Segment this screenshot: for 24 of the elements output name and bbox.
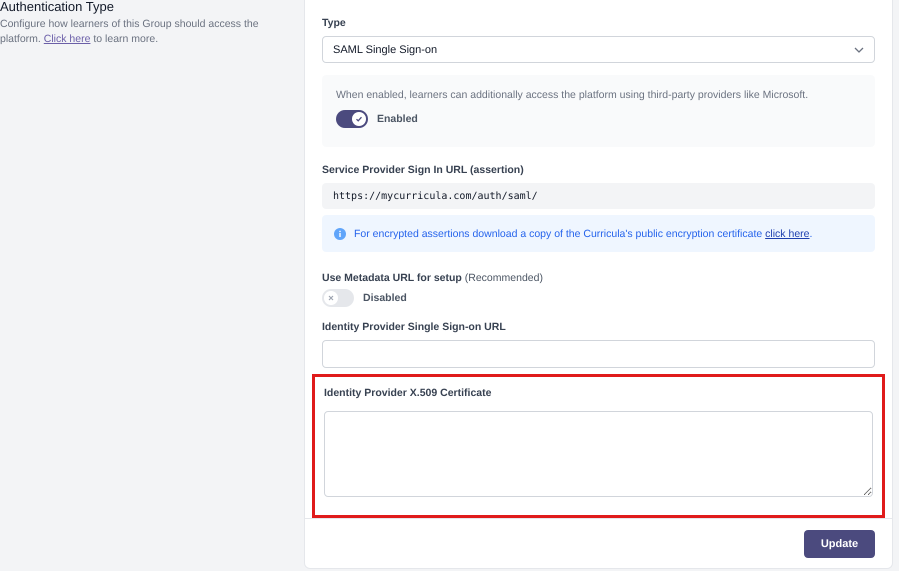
type-select[interactable]: SAML Single Sign-on bbox=[322, 36, 875, 63]
section-title: Authentication Type bbox=[0, 0, 115, 14]
info-icon bbox=[334, 228, 346, 240]
field-label: Identity Provider X.509 Certificate bbox=[324, 387, 492, 399]
url-value: https://mycurricula.com/auth/saml/ bbox=[322, 183, 875, 209]
chevron-down-icon bbox=[854, 46, 864, 52]
update-button[interactable]: Update bbox=[804, 530, 875, 558]
learn-more-link[interactable]: Click here bbox=[44, 33, 90, 45]
input-field[interactable] bbox=[322, 340, 875, 368]
note-text: For encrypted assertions download a copy of the Curricula's public encryption certificate click here. bbox=[354, 228, 812, 240]
toggle-label: Disabled bbox=[363, 292, 407, 304]
field-label: Type bbox=[322, 17, 347, 29]
certificate-field[interactable] bbox=[324, 411, 873, 497]
toggle-switch[interactable] bbox=[336, 110, 368, 128]
x-icon bbox=[328, 295, 334, 301]
check-icon bbox=[355, 115, 363, 123]
panel-text: When enabled, learners can additionally access the platform using third-party providers like Microsoft. bbox=[336, 89, 810, 101]
field-label: Use Metadata URL for setup (Recommended) bbox=[322, 272, 544, 284]
toggle-switch[interactable] bbox=[322, 289, 354, 307]
certificate-link[interactable]: click here bbox=[765, 228, 810, 240]
field-label: Identity Provider Single Sign-on URL bbox=[322, 321, 507, 333]
toggle-label: Enabled bbox=[377, 113, 418, 125]
section-description: Configure how learners of this Group should access the platform. Click here to learn more. bbox=[0, 17, 260, 47]
field-label: Service Provider Sign In URL (assertion) bbox=[322, 164, 525, 176]
